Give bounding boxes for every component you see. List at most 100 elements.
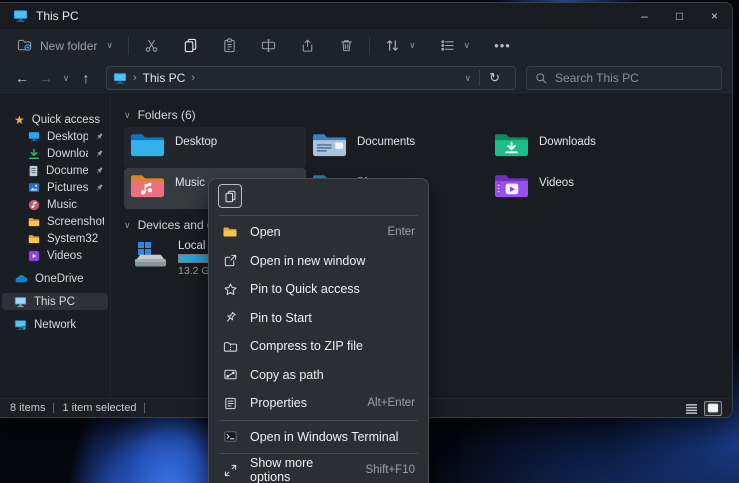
search-input[interactable]	[555, 71, 713, 85]
delete-button[interactable]	[334, 34, 359, 57]
copy-quick-action-button[interactable]	[218, 184, 242, 208]
context-menu-quick-actions	[209, 179, 428, 213]
breadcrumb-chevron-icon: ›	[191, 72, 195, 84]
titlebar[interactable]: This PC – □ ×	[0, 3, 732, 29]
recent-locations-button[interactable]: ∨	[58, 73, 74, 84]
window-title: This PC	[36, 9, 79, 23]
folder-icon	[28, 234, 40, 244]
details-view-button[interactable]	[682, 401, 700, 416]
command-toolbar: New folder ∨ ∨ ∨	[0, 29, 732, 62]
menu-separator	[219, 420, 418, 421]
toolbar-divider	[369, 37, 370, 55]
context-menu: Open Enter Open in new window Pin to Qui…	[208, 178, 429, 483]
cut-button[interactable]	[139, 34, 164, 57]
sidebar-item-videos[interactable]: Videos	[2, 247, 108, 264]
sort-icon	[385, 38, 400, 53]
terminal-icon	[222, 429, 238, 445]
chevron-down-icon: ∨	[124, 220, 131, 231]
close-button[interactable]: ×	[697, 3, 732, 29]
menu-item-properties[interactable]: Properties Alt+Enter	[209, 389, 428, 418]
this-pc-icon	[113, 72, 127, 85]
open-new-window-icon	[222, 253, 238, 269]
pin-icon	[95, 132, 104, 141]
chevron-down-icon: ∨	[464, 40, 471, 51]
pin-quick-access-star-icon	[222, 281, 238, 297]
sidebar-item-desktop[interactable]: Desktop	[2, 128, 108, 145]
desktop: This PC – □ × New folder ∨	[0, 0, 739, 483]
address-bar[interactable]: › This PC › ∨ ↻	[106, 66, 516, 90]
view-button[interactable]: ∨	[435, 34, 476, 57]
properties-icon	[222, 395, 238, 411]
sidebar-item-pictures[interactable]: Pictures	[2, 179, 108, 196]
copy-button[interactable]	[178, 34, 203, 57]
network-icon	[14, 319, 27, 331]
share-icon	[300, 38, 315, 53]
sidebar-item-documents[interactable]: Documents	[2, 162, 108, 179]
pictures-icon	[28, 182, 40, 193]
menu-separator	[219, 215, 418, 216]
folders-section-header[interactable]: ∨ Folders (6)	[124, 108, 732, 122]
forward-button[interactable]: →	[34, 70, 58, 86]
breadcrumb-chevron-icon: ›	[133, 72, 137, 84]
back-button[interactable]: ←	[10, 70, 34, 86]
search-box[interactable]	[526, 66, 722, 90]
sidebar-item-network[interactable]: Network	[2, 316, 108, 333]
status-divider	[53, 403, 54, 413]
menu-item-compress-zip[interactable]: Compress to ZIP file	[209, 332, 428, 361]
sidebar-item-quick-access[interactable]: ★ Quick access	[2, 111, 108, 128]
pin-icon	[95, 166, 104, 175]
zip-folder-icon	[222, 338, 238, 354]
view-icon	[440, 38, 455, 53]
menu-item-open-windows-terminal[interactable]: Open in Windows Terminal	[209, 423, 428, 452]
folder-tile-desktop[interactable]: Desktop	[124, 127, 306, 168]
see-more-button[interactable]: •••	[489, 34, 516, 57]
share-button[interactable]	[295, 34, 320, 57]
pin-start-pushpin-icon	[222, 310, 238, 326]
menu-item-pin-start[interactable]: Pin to Start	[209, 304, 428, 333]
sidebar-item-onedrive[interactable]: OneDrive	[2, 270, 108, 287]
menu-separator	[219, 453, 418, 454]
large-icons-view-button[interactable]	[704, 401, 722, 416]
new-folder-button[interactable]: New folder ∨	[12, 34, 118, 57]
downloads-icon	[28, 148, 40, 160]
documents-icon	[28, 165, 39, 177]
chevron-down-icon: ∨	[124, 110, 131, 121]
toolbar-divider	[128, 37, 129, 55]
sidebar-item-screenshots[interactable]: Screenshots	[2, 213, 108, 230]
menu-item-pin-quick-access[interactable]: Pin to Quick access	[209, 275, 428, 304]
address-dropdown-button[interactable]: ∨	[457, 73, 480, 84]
folder-tile-documents[interactable]: Documents	[306, 127, 488, 168]
show-more-options-icon	[222, 462, 238, 478]
folder-tile-videos[interactable]: Videos	[488, 168, 670, 209]
sidebar-item-system32[interactable]: System32	[2, 230, 108, 247]
refresh-button[interactable]: ↻	[480, 70, 509, 86]
menu-item-open[interactable]: Open Enter	[209, 218, 428, 247]
breadcrumb-this-pc[interactable]: This PC	[143, 71, 186, 85]
videos-icon	[28, 250, 40, 262]
sort-button[interactable]: ∨	[380, 34, 421, 57]
desktop-folder-icon	[130, 131, 165, 159]
menu-item-open-new-window[interactable]: Open in new window	[209, 247, 428, 276]
sidebar-item-this-pc[interactable]: This PC	[2, 293, 108, 310]
menu-item-show-more-options[interactable]: Show more options Shift+F10	[209, 456, 428, 483]
cut-icon	[144, 38, 159, 53]
selected-count: 1 item selected	[62, 402, 136, 414]
sidebar-item-music[interactable]: Music	[2, 196, 108, 213]
open-folder-icon	[222, 224, 238, 240]
delete-icon	[339, 38, 354, 53]
rename-button[interactable]	[256, 34, 281, 57]
maximize-button[interactable]: □	[662, 3, 697, 29]
minimize-button[interactable]: –	[627, 3, 662, 29]
folder-tile-downloads[interactable]: Downloads	[488, 127, 670, 168]
sidebar-item-downloads[interactable]: Downloads	[2, 145, 108, 162]
paste-button[interactable]	[217, 34, 242, 57]
menu-item-copy-as-path[interactable]: Copy as path	[209, 361, 428, 390]
search-icon	[535, 72, 548, 85]
items-count: 8 items	[10, 402, 45, 414]
up-button[interactable]: ↑	[74, 70, 98, 86]
copy-icon	[183, 38, 198, 53]
chevron-down-icon: ∨	[106, 40, 113, 51]
folder-icon	[28, 217, 40, 227]
sidebar: ★ Quick access Desktop Downloads Documen…	[0, 95, 110, 398]
copy-icon	[224, 190, 237, 203]
